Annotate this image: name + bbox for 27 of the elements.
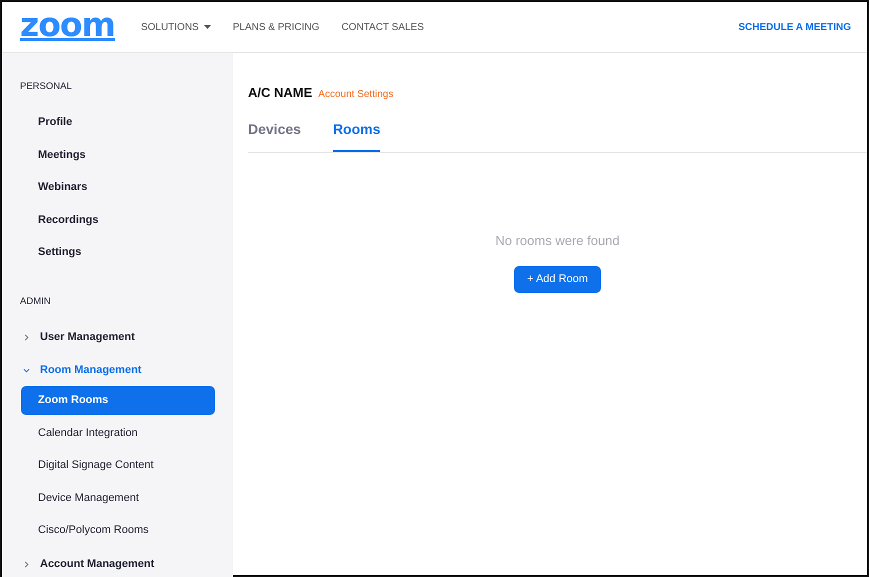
section-heading: PERSONAL	[19, 80, 72, 94]
sidebar-item[interactable]: Webinars	[2, 171, 88, 204]
sidebar-subitem[interactable]: Cisco/Polycom Rooms	[21, 516, 215, 545]
nav-link[interactable]: CONTACT SALES	[341, 20, 424, 34]
sidebar-subitem[interactable]: Digital Signage Content	[21, 451, 215, 480]
sidebar-group[interactable]: User Management	[2, 321, 135, 354]
sidebar-subitem[interactable]: Calendar Integration	[21, 418, 215, 448]
sidebar-group[interactable]: Room Management	[2, 354, 142, 386]
sidebar-item[interactable]: Recordings	[2, 203, 99, 236]
sidebar-subitem[interactable]: Device Management	[21, 483, 215, 512]
chevron-right-icon	[23, 560, 30, 568]
sidebar-item[interactable]: Profile	[2, 106, 72, 139]
tab[interactable]: Devices	[248, 118, 301, 152]
nav-link[interactable]: PLANS & PRICING	[232, 20, 320, 34]
sidebar-group[interactable]: Account Management	[2, 548, 154, 577]
sidebar-item[interactable]: Meetings	[2, 138, 86, 172]
sidebar-subitem[interactable]: Zoom Rooms	[21, 386, 215, 416]
tab[interactable]: Rooms	[332, 118, 380, 152]
nav-link[interactable]: SOLUTIONS	[140, 20, 211, 34]
empty-message: No rooms were found	[495, 232, 620, 250]
sidebar-item[interactable]: Settings	[2, 236, 82, 268]
chevron-right-icon	[23, 334, 30, 342]
section-heading: ADMIN	[19, 295, 51, 310]
account-name: A/C NAME	[248, 84, 312, 102]
chevron-down-icon	[23, 366, 30, 374]
add-room-button[interactable]: + Add Room	[514, 266, 601, 292]
schedule-meeting-link[interactable]: SCHEDULE A MEETING	[738, 20, 851, 34]
